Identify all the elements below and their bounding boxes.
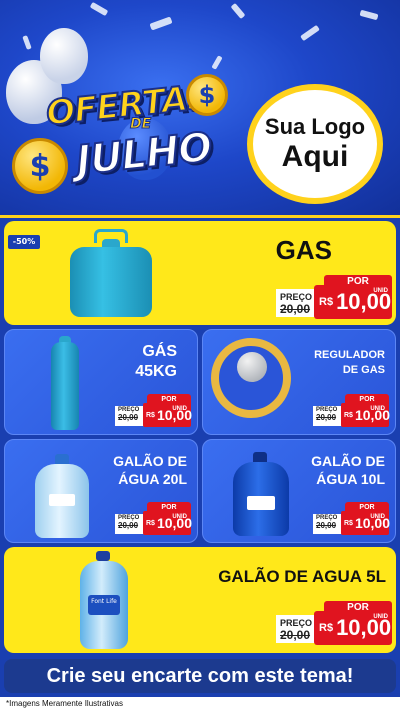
product-name-line2: DE GAS	[342, 364, 385, 376]
old-price-value: 20,00	[316, 413, 337, 422]
confetti	[230, 2, 246, 20]
price-tag: POR PREÇO 20,00 R$ 10,00 UNID	[276, 601, 392, 647]
dollar-coin-icon: $	[12, 138, 68, 194]
currency: R$	[146, 411, 155, 419]
unit-label: UNID	[373, 288, 388, 294]
old-price: PREÇO 20,00	[115, 514, 145, 534]
price-tag: POR PREÇO 20,00 R$ 10,00 UNID	[276, 275, 392, 321]
jug-label-icon	[49, 494, 75, 506]
product-card-regulador[interactable]: REGULADOR DE GAS POR PREÇO 20,00 R$ 10,0…	[202, 329, 396, 435]
product-card-galao-20l[interactable]: GALÃO DE ÁGUA 20L POR PREÇO 20,00 R$ 10,…	[4, 439, 198, 543]
unit-label: UNID	[370, 514, 385, 520]
discount-badge: -50%	[8, 235, 40, 249]
product-name-line1: GALÃO DE	[113, 453, 187, 469]
preco-label: PREÇO	[280, 292, 313, 302]
tall-gas-cylinder-icon	[51, 342, 79, 430]
unit-label: UNID	[172, 514, 187, 520]
old-price: PREÇO 20,00	[276, 615, 318, 643]
product-card-galao-5l[interactable]: Font Life GALÃO DE AGUA 5L POR PREÇO 20,…	[4, 547, 396, 653]
dollar-coin-icon: $	[186, 74, 228, 116]
product-name-line2: ÁGUA 10L	[316, 471, 385, 487]
old-price: PREÇO 20,00	[115, 406, 145, 426]
new-price: R$ 10,00 UNID	[143, 511, 192, 535]
confetti	[359, 9, 379, 21]
confetti	[149, 16, 173, 31]
jug-label-icon	[247, 496, 275, 510]
unit-label: UNID	[172, 406, 187, 412]
product-name: GAS	[275, 235, 332, 265]
logo-text-line2: Aqui	[281, 140, 349, 173]
unit-label: UNID	[373, 614, 388, 620]
product-name-line1: GÁS	[142, 343, 177, 360]
product-name-line1: REGULADOR	[314, 349, 385, 361]
currency: R$	[319, 296, 334, 308]
create-flyer-button[interactable]: Crie seu encarte com este tema!	[4, 659, 396, 693]
new-price: R$ 10,00 UNID	[143, 403, 192, 427]
currency: R$	[319, 622, 334, 634]
product-card-galao-10l[interactable]: GALÃO DE ÁGUA 10L POR PREÇO 20,00 R$ 10,…	[202, 439, 396, 543]
old-price: PREÇO 20,00	[276, 289, 318, 317]
product-name-line1: GALÃO DE	[311, 453, 385, 469]
logo-placeholder[interactable]: Sua Logo Aqui	[247, 84, 383, 204]
confetti	[300, 24, 320, 42]
new-price: R$ 10,00 UNID	[314, 285, 392, 319]
price-tag: POR PREÇO 20,00 R$ 10,00 UNID	[313, 502, 390, 536]
old-price-value: 20,00	[118, 413, 139, 422]
disclaimer: *Imagens Meramente Ilustrativas	[0, 697, 400, 711]
logo-text-line1: Sua Logo	[264, 114, 366, 139]
product-name: GALÃO DE ÁGUA 10L	[311, 452, 385, 488]
product-name: REGULADOR DE GAS	[314, 348, 385, 378]
product-card-gas[interactable]: GAS POR PREÇO 20,00 R$ 10,00 UNID	[4, 221, 396, 325]
old-price: PREÇO 20,00	[313, 514, 343, 534]
price-tag: POR PREÇO 20,00 R$ 10,00 UNID	[115, 394, 192, 428]
currency: R$	[344, 519, 353, 527]
title-julho: JULHO	[73, 123, 214, 185]
price-tag: POR PREÇO 20,00 R$ 10,00 UNID	[313, 394, 390, 428]
price-tag: POR PREÇO 20,00 R$ 10,00 UNID	[115, 502, 192, 536]
new-price: R$ 10,00 UNID	[341, 403, 390, 427]
bottle-cap-icon	[96, 551, 110, 561]
bottle-label: Font Life	[88, 595, 120, 615]
new-price: R$ 10,00 UNID	[341, 511, 390, 535]
old-price-value: 20,00	[316, 521, 337, 530]
header-banner: OFERTAS DE JULHO $ $ Sua Logo Aqui	[0, 0, 400, 215]
old-price-value: 20,00	[118, 521, 139, 530]
product-name: GÁS 45KG	[135, 342, 177, 382]
regulator-icon	[237, 352, 267, 382]
unit-label: UNID	[370, 406, 385, 412]
preco-label: PREÇO	[280, 618, 313, 628]
currency: R$	[146, 519, 155, 527]
old-price: PREÇO 20,00	[313, 406, 343, 426]
currency: R$	[344, 411, 353, 419]
new-price: R$ 10,00 UNID	[314, 611, 392, 645]
product-name: GALÃO DE ÁGUA 20L	[113, 452, 187, 488]
product-card-gas-45kg[interactable]: GÁS 45KG POR PREÇO 20,00 R$ 10,00 UNID	[4, 329, 198, 435]
old-price-value: 20,00	[280, 628, 311, 642]
old-price-value: 20,00	[280, 302, 311, 316]
confetti	[211, 55, 223, 70]
confetti	[89, 1, 109, 17]
gas-cylinder-icon	[70, 247, 152, 317]
divider	[0, 215, 400, 218]
product-name-line2: ÁGUA 20L	[118, 471, 187, 487]
product-name: GALÃO DE AGUA 5L	[218, 567, 386, 586]
balloon	[40, 28, 88, 84]
product-name-line2: 45KG	[135, 363, 177, 380]
confetti	[22, 35, 32, 50]
title-de: DE	[129, 116, 152, 133]
